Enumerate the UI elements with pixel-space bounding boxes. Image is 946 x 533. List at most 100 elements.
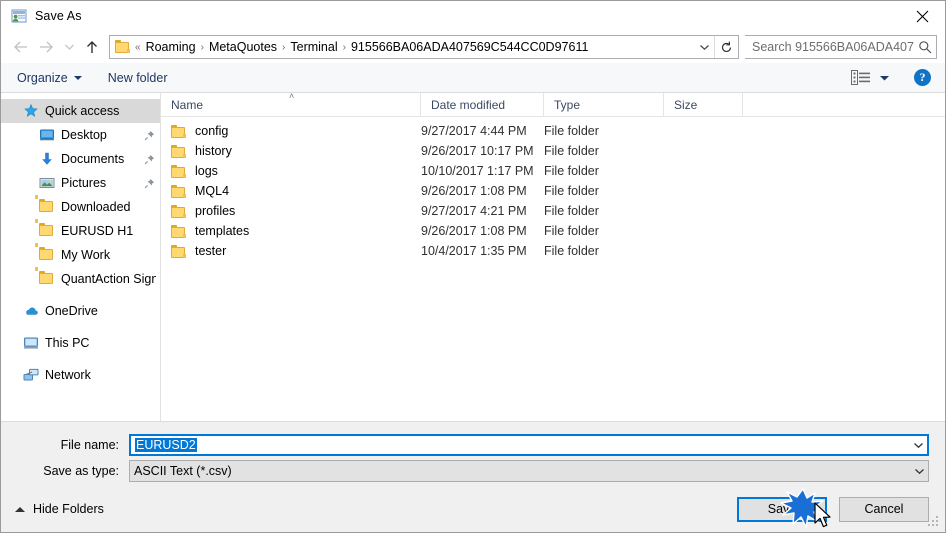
- file-date-cell: 10/4/2017 1:35 PM: [421, 244, 527, 258]
- sidebar-item-label: Network: [45, 368, 91, 382]
- breadcrumb-item-2[interactable]: Terminal: [287, 40, 340, 54]
- folder-icon: [171, 164, 187, 178]
- file-list: Name ˄ Date modified Type Size config 9/…: [161, 92, 945, 421]
- pin-icon[interactable]: [142, 178, 156, 189]
- search-icon: [914, 40, 936, 54]
- star-icon: [23, 103, 39, 119]
- help-icon[interactable]: ?: [914, 69, 931, 86]
- chevron-down-icon: [73, 75, 82, 80]
- column-header-label: Date modified: [431, 97, 506, 112]
- computer-icon: [23, 335, 39, 351]
- hide-folders-button[interactable]: Hide Folders: [15, 502, 104, 516]
- sidebar-item-downloaded[interactable]: Downloaded: [1, 195, 160, 219]
- help-label: ?: [919, 70, 926, 84]
- column-header-filler: [743, 93, 945, 116]
- file-date-cell: 9/26/2017 1:08 PM: [421, 184, 527, 198]
- table-row[interactable]: profiles 9/27/2017 4:21 PM File folder: [161, 201, 945, 221]
- file-size-cell: [664, 141, 743, 161]
- folder-icon: [35, 267, 55, 287]
- column-header-label: Name: [171, 97, 204, 112]
- table-row[interactable]: tester 10/4/2017 1:35 PM File folder: [161, 241, 945, 261]
- footer-buttons: Save Cancel: [725, 496, 929, 522]
- new-folder-button[interactable]: New folder: [108, 67, 168, 89]
- save-as-type-select[interactable]: ASCII Text (*.csv): [129, 460, 929, 482]
- breadcrumb-item-1[interactable]: MetaQuotes: [206, 40, 280, 54]
- sidebar-item-desktop[interactable]: Desktop: [1, 123, 160, 147]
- up-button[interactable]: [79, 34, 105, 60]
- sidebar-item-network[interactable]: Network: [1, 363, 160, 387]
- sidebar-group-spacer: [1, 291, 160, 299]
- navigation-pane: Quick access Desktop Documents Pictures …: [1, 93, 161, 421]
- recent-locations-button[interactable]: [59, 34, 79, 60]
- sidebar-item-my-work[interactable]: My Work: [1, 243, 160, 267]
- sidebar-item-label: Downloaded: [61, 200, 131, 214]
- cancel-button-label: Cancel: [864, 502, 904, 516]
- view-layout-icon[interactable]: [851, 69, 871, 86]
- file-size-cell: [664, 221, 743, 241]
- breadcrumb: « Roaming › MetaQuotes › Terminal › 9155…: [133, 40, 694, 54]
- chevron-down-icon[interactable]: [910, 467, 928, 475]
- refresh-icon[interactable]: [714, 36, 738, 58]
- forward-button[interactable]: [33, 34, 59, 60]
- column-header-size[interactable]: Size: [664, 93, 743, 116]
- breadcrumb-overflow[interactable]: «: [133, 42, 143, 53]
- table-row[interactable]: history 9/26/2017 10:17 PM File folder: [161, 141, 945, 161]
- folder-icon: [171, 244, 187, 258]
- sidebar-item-this-pc[interactable]: This PC: [1, 331, 160, 355]
- table-row[interactable]: logs 10/10/2017 1:17 PM File folder: [161, 161, 945, 181]
- column-header-type[interactable]: Type: [544, 93, 664, 116]
- file-size-cell: [664, 241, 743, 261]
- resize-grip[interactable]: [928, 516, 940, 528]
- address-bar[interactable]: « Roaming › MetaQuotes › Terminal › 9155…: [109, 35, 739, 59]
- sidebar-item-label: EURUSD H1: [61, 224, 134, 238]
- file-date-cell: 10/10/2017 1:17 PM: [421, 164, 534, 178]
- column-header-date-modified[interactable]: Date modified: [421, 93, 544, 116]
- back-button[interactable]: [7, 34, 33, 60]
- file-name-cell: history: [161, 141, 421, 161]
- chevron-up-icon: [15, 506, 25, 512]
- sidebar-item-label: OneDrive: [45, 304, 98, 318]
- save-as-dialog: Save As « Roaming › MetaQuotes › Termina…: [0, 0, 946, 533]
- save-button-label: Save: [767, 502, 797, 516]
- sidebar-item-label: Desktop: [61, 128, 107, 142]
- save-as-type-row: Save as type: ASCII Text (*.csv): [17, 460, 929, 482]
- close-button[interactable]: [899, 1, 945, 31]
- sidebar-item-pictures[interactable]: Pictures: [1, 171, 160, 195]
- view-dropdown-button[interactable]: [879, 74, 890, 82]
- breadcrumb-item-3[interactable]: 915566BA06ADA407569C544CC0D97611: [348, 40, 591, 54]
- sidebar-item-documents[interactable]: Documents: [1, 147, 160, 171]
- sidebar-item-eurusd-h1[interactable]: EURUSD H1: [1, 219, 160, 243]
- sidebar-item-quick-access[interactable]: Quick access: [1, 99, 160, 123]
- cancel-button[interactable]: Cancel: [839, 496, 929, 522]
- organize-button[interactable]: Organize: [17, 67, 82, 89]
- sidebar-group-spacer: [1, 355, 160, 363]
- chevron-down-icon[interactable]: [909, 441, 927, 449]
- chevron-down-icon[interactable]: [694, 43, 714, 51]
- folder-icon: [171, 224, 187, 238]
- file-name-input[interactable]: EURUSD2: [129, 434, 929, 456]
- file-name: history: [195, 144, 232, 158]
- column-header-name[interactable]: Name ˄: [161, 92, 421, 116]
- table-row[interactable]: config 9/27/2017 4:44 PM File folder: [161, 121, 945, 141]
- save-button[interactable]: Save: [737, 496, 827, 522]
- file-name-value[interactable]: EURUSD2: [131, 438, 909, 452]
- sidebar-item-onedrive[interactable]: OneDrive: [1, 299, 160, 323]
- file-type-cell: File folder: [544, 164, 599, 178]
- file-size-cell: [664, 181, 743, 201]
- table-row[interactable]: templates 9/26/2017 1:08 PM File folder: [161, 221, 945, 241]
- search-input[interactable]: Search 915566BA06ADA40756...: [745, 40, 914, 54]
- sidebar-item-quantaction-signal[interactable]: QuantAction Signal: [1, 267, 160, 291]
- file-name: profiles: [195, 204, 236, 218]
- breadcrumb-item-0[interactable]: Roaming: [143, 40, 199, 54]
- folder-icon: [35, 195, 55, 215]
- search-box[interactable]: Search 915566BA06ADA40756...: [745, 35, 937, 59]
- pin-icon[interactable]: [142, 154, 156, 165]
- folder-icon: [115, 40, 131, 54]
- pin-icon[interactable]: [142, 130, 156, 141]
- table-row[interactable]: MQL4 9/26/2017 1:08 PM File folder: [161, 181, 945, 201]
- sidebar-item-label: QuantAction Signal: [61, 272, 156, 286]
- column-header-row: Name ˄ Date modified Type Size: [161, 92, 945, 117]
- sidebar-item-label: This PC: [45, 336, 90, 350]
- download-icon: [39, 151, 55, 167]
- file-size-cell: [664, 121, 743, 141]
